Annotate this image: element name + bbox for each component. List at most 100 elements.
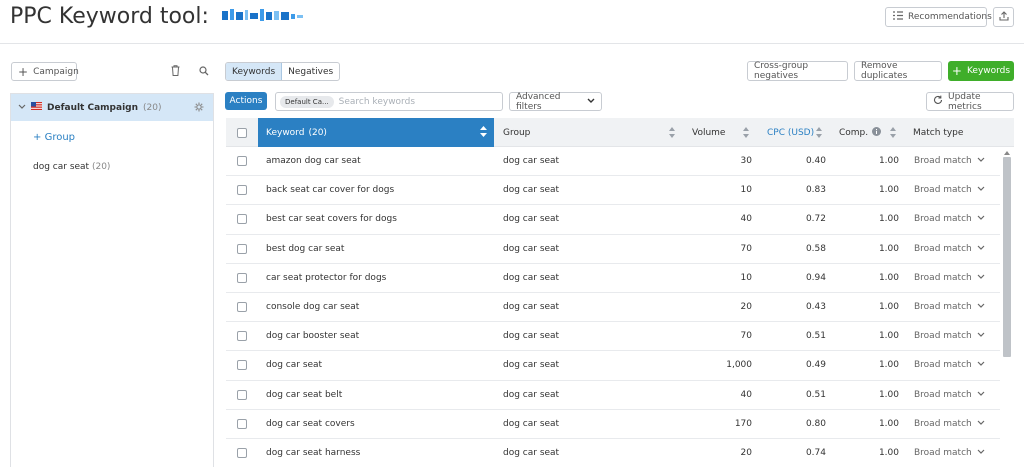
row-checkbox[interactable] xyxy=(237,439,247,467)
keyword-cell: amazon dog car seat xyxy=(266,156,361,166)
cross-group-negatives-button[interactable]: Cross-group negatives xyxy=(747,61,848,81)
match-type-dropdown[interactable]: Broad match xyxy=(914,381,994,409)
row-checkbox[interactable] xyxy=(237,293,247,321)
advanced-filters-dropdown[interactable]: Advanced filters xyxy=(509,91,602,112)
add-campaign-label: Campaign xyxy=(33,66,79,77)
search-icon[interactable] xyxy=(199,66,209,79)
comp-cell: 1.00 xyxy=(878,301,899,312)
chevron-down-icon xyxy=(977,419,985,429)
column-header-match-type[interactable]: Match type xyxy=(913,118,963,147)
tab-negatives[interactable]: Negatives xyxy=(282,63,339,80)
cross-group-label: Cross-group negatives xyxy=(754,61,809,81)
match-type-dropdown[interactable]: Broad match xyxy=(914,176,994,204)
table-row[interactable]: dog car booster seat dog car seat 70 0.51 1.… xyxy=(226,322,1000,352)
volume-cell: 40 xyxy=(740,389,752,400)
match-type-dropdown[interactable]: Broad match xyxy=(914,205,994,233)
plus-icon: + xyxy=(951,64,962,78)
group-cell: dog car seat xyxy=(503,185,560,196)
match-type-dropdown[interactable]: Broad match xyxy=(914,147,994,175)
column-header-group[interactable]: Group xyxy=(503,118,683,147)
column-header-keyword[interactable]: Keyword (20) xyxy=(258,118,494,147)
tab-keywords[interactable]: Keywords xyxy=(226,63,283,80)
scroll-thumb[interactable] xyxy=(1003,157,1011,357)
table-row[interactable]: car seat protector for dogs dog car seat 1… xyxy=(226,264,1000,293)
table-row[interactable]: console dog car seat dog car seat 20 0.43 1.… xyxy=(226,293,1000,323)
recommendations-button[interactable]: Recommendations xyxy=(885,7,992,27)
volume-cell: 30 xyxy=(740,156,752,166)
match-type-dropdown[interactable]: Broad match xyxy=(914,235,994,263)
row-checkbox[interactable] xyxy=(237,381,247,409)
column-header-volume[interactable]: Volume xyxy=(692,118,725,147)
comp-cell: 1.00 xyxy=(878,447,899,458)
keyword-cell: console dog car seat xyxy=(266,301,360,312)
keyword-cell: dog car seat belt xyxy=(266,389,343,400)
row-checkbox[interactable] xyxy=(237,147,247,175)
remove-duplicates-button[interactable]: Remove duplicates xyxy=(854,61,942,81)
search-input[interactable] xyxy=(338,96,489,107)
sidebar-item-group[interactable]: dog car seat (20) xyxy=(33,162,110,172)
comp-cell: 1.00 xyxy=(878,360,899,371)
table-row[interactable]: amazon dog car seat dog car seat 30 0.40 1.0… xyxy=(226,147,1000,177)
match-type-value: Broad match xyxy=(914,360,972,371)
gear-icon[interactable] xyxy=(194,102,204,115)
chevron-down-icon xyxy=(977,214,985,224)
advanced-filters-label: Advanced filters xyxy=(516,91,561,112)
campaign-row[interactable]: Default Campaign (20) xyxy=(11,94,213,121)
match-type-dropdown[interactable]: Broad match xyxy=(914,410,994,438)
group-cell: dog car seat xyxy=(503,243,560,254)
match-type-dropdown[interactable]: Broad match xyxy=(914,351,994,379)
sort-icon xyxy=(480,126,487,140)
table-scrollbar[interactable] xyxy=(1002,149,1012,467)
table-row[interactable]: back seat car cover for dogs dog car seat… xyxy=(226,176,1000,206)
column-header-cpc[interactable]: CPC (USD) xyxy=(767,118,814,147)
select-all-checkbox[interactable] xyxy=(237,118,247,147)
volume-cell: 70 xyxy=(740,243,752,254)
group-count: (20) xyxy=(91,162,111,172)
group-cell: dog car seat xyxy=(503,360,560,371)
table-row[interactable]: best car seat covers for dogs dog car sea… xyxy=(226,205,1000,235)
comp-column-label: Comp. xyxy=(839,127,869,138)
actions-button[interactable]: Actions xyxy=(225,92,267,110)
table-header: Keyword (20) Group Volume CPC (USD) Comp… xyxy=(226,118,1014,147)
export-button[interactable] xyxy=(993,7,1014,27)
table-row[interactable]: dog car seat dog car seat 1,000 0.49 1.00 Bro… xyxy=(226,351,1000,381)
match-type-dropdown[interactable]: Broad match xyxy=(914,264,994,292)
table-row[interactable]: dog car seat covers dog car seat 170 0.80 1.… xyxy=(226,410,1000,439)
group-column-label: Group xyxy=(503,127,531,138)
update-metrics-button[interactable]: Update metrics xyxy=(926,92,1014,112)
row-checkbox[interactable] xyxy=(237,322,247,350)
add-group-link[interactable]: + Group xyxy=(33,132,75,143)
group-cell: dog car seat xyxy=(503,418,560,429)
plus-icon: + xyxy=(18,64,29,79)
match-type-dropdown[interactable]: Broad match xyxy=(914,439,994,467)
chevron-down-icon xyxy=(587,97,595,107)
add-keywords-button[interactable]: + Keywords xyxy=(948,61,1014,81)
recommendations-label: Recommendations xyxy=(908,12,992,22)
chevron-down-icon xyxy=(977,331,985,341)
match-type-dropdown[interactable]: Broad match xyxy=(914,293,994,321)
column-header-comp[interactable]: Comp. xyxy=(839,118,882,147)
row-checkbox[interactable] xyxy=(237,351,247,379)
keyword-search[interactable]: Default Ca... xyxy=(275,92,503,111)
table-row[interactable]: dog car seat belt dog car seat 40 0.51 1.00 B… xyxy=(226,381,1000,410)
keyword-cell: back seat car cover for dogs xyxy=(266,185,395,196)
cpc-cell: 0.40 xyxy=(805,156,826,166)
trash-icon[interactable] xyxy=(171,65,180,79)
export-icon xyxy=(998,10,1009,24)
table-row[interactable]: best dog car seat dog car seat 70 0.58 1.00 B… xyxy=(226,235,1000,264)
row-checkbox[interactable] xyxy=(237,264,247,292)
row-checkbox[interactable] xyxy=(237,410,247,438)
row-checkbox[interactable] xyxy=(237,176,247,204)
table-row[interactable]: dog car seat harness dog car seat 20 0.74 1.… xyxy=(226,439,1000,467)
match-type-value: Broad match xyxy=(914,243,972,254)
chevron-down-icon[interactable] xyxy=(18,103,26,113)
refresh-icon xyxy=(933,95,943,108)
keyword-cell: best dog car seat xyxy=(266,243,345,254)
match-type-dropdown[interactable]: Broad match xyxy=(914,322,994,350)
campaign-filter-chip[interactable]: Default Ca... xyxy=(280,95,334,108)
add-campaign-button[interactable]: + Campaign xyxy=(11,62,79,81)
info-icon[interactable] xyxy=(872,126,882,139)
row-checkbox[interactable] xyxy=(237,235,247,263)
row-checkbox[interactable] xyxy=(237,205,247,233)
campaign-name: Default Campaign xyxy=(47,102,138,113)
